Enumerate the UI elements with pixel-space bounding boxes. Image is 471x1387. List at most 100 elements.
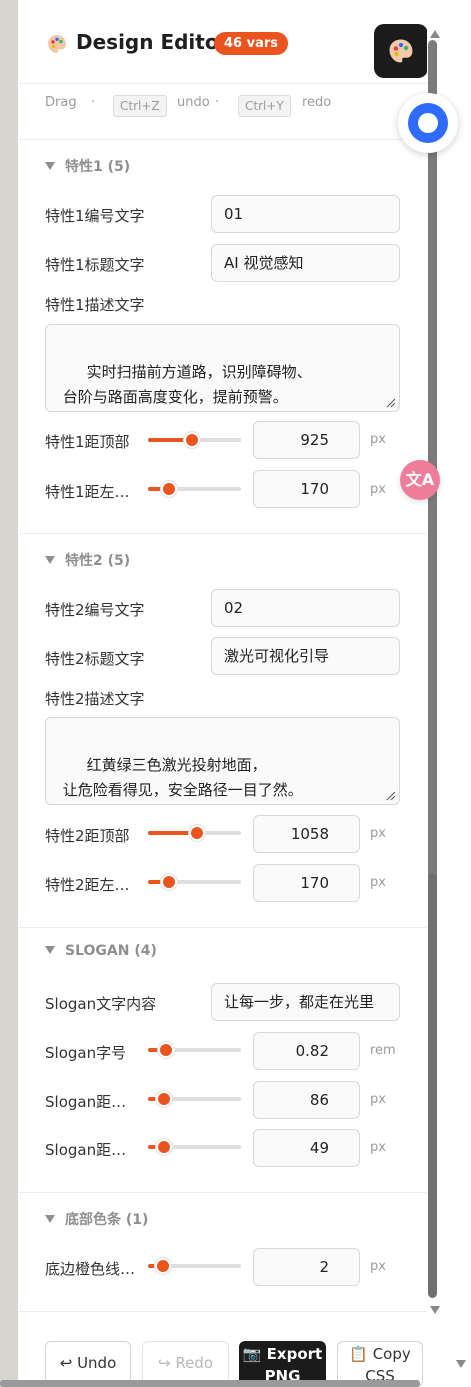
scroll-down-arrow-icon[interactable] xyxy=(456,1360,466,1368)
divider xyxy=(18,533,427,534)
collapse-triangle-icon xyxy=(45,556,55,564)
feature2-number-input[interactable]: 02 xyxy=(211,589,400,627)
unit-label: px xyxy=(370,1259,386,1274)
page: Design Editor 46 vars Drag · Ctrl+Z undo… xyxy=(0,0,471,1387)
section-title: 特性1 (5) xyxy=(65,159,131,175)
slider-thumb[interactable] xyxy=(161,874,177,890)
background-strip xyxy=(0,0,18,1387)
field-label: 特性1标题文字 xyxy=(45,256,145,274)
scroll-down-arrow-icon[interactable] xyxy=(430,1306,440,1314)
section-title: 特性2 (5) xyxy=(65,553,131,569)
slider-thumb[interactable] xyxy=(189,825,205,841)
unit-label: px xyxy=(370,1092,386,1107)
field-label: Slogan文字内容 xyxy=(45,995,157,1013)
feature1-description-textarea[interactable]: 实时扫描前方道路，识别障碍物、 台阶与路面高度变化，提前预警。 xyxy=(45,324,400,412)
vars-count-badge: 46 vars xyxy=(214,32,289,55)
slogan-size-input[interactable]: 0.82 xyxy=(253,1032,360,1070)
assistant-icon-center xyxy=(418,113,438,133)
field-label: 特性2距左… xyxy=(45,876,130,894)
field-label: 特性2距顶部 xyxy=(45,827,130,845)
collapse-triangle-icon xyxy=(45,162,55,170)
resize-handle-icon[interactable] xyxy=(386,398,396,408)
feature2-title-input[interactable]: 激光可视化引导 xyxy=(211,637,400,675)
collapse-triangle-icon xyxy=(45,946,55,954)
feature1-title-input[interactable]: AI 视觉感知 xyxy=(211,244,400,282)
editor-title: Design Editor xyxy=(76,30,229,54)
feature1-top-slider[interactable] xyxy=(148,432,241,448)
slider-thumb[interactable] xyxy=(156,1139,172,1155)
unit-label: px xyxy=(370,875,386,890)
field-label: 底边橙色线… xyxy=(45,1260,136,1278)
translate-icon[interactable]: 文A xyxy=(400,460,440,500)
divider xyxy=(18,1192,427,1193)
slider-thumb[interactable] xyxy=(158,1042,174,1058)
unit-label: px xyxy=(370,482,386,497)
feature1-left-slider[interactable] xyxy=(148,481,241,497)
scroll-up-arrow-icon[interactable] xyxy=(430,30,440,38)
slogan-position-slider[interactable] xyxy=(148,1091,241,1107)
slogan-position2-input[interactable]: 49 xyxy=(253,1129,360,1167)
field-label: 特性2编号文字 xyxy=(45,601,145,619)
editor-header: Design Editor 46 vars xyxy=(18,0,427,84)
section-header-bottom-bar[interactable]: 底部色条 (1) xyxy=(45,1209,148,1229)
feature2-left-slider[interactable] xyxy=(148,874,241,890)
slider-thumb[interactable] xyxy=(155,1258,171,1274)
hint-undo: undo xyxy=(177,95,210,110)
feature2-left-input[interactable]: 170 xyxy=(253,864,360,902)
field-label: 特性1描述文字 xyxy=(45,296,145,314)
undo-shortcut-key: Ctrl+Z xyxy=(113,95,167,117)
section-header-feature2[interactable]: 特性2 (5) xyxy=(45,550,130,570)
field-label: 特性2描述文字 xyxy=(45,690,145,708)
field-label: 特性1距左… xyxy=(45,483,130,501)
section-title: 底部色条 (1) xyxy=(65,1212,149,1228)
palette-icon xyxy=(389,39,413,63)
palette-icon xyxy=(46,33,68,55)
design-editor-panel: Design Editor 46 vars Drag · Ctrl+Z undo… xyxy=(18,0,427,1387)
unit-label: px xyxy=(370,826,386,841)
field-label: Slogan字号 xyxy=(45,1044,127,1062)
slogan-text-input[interactable]: 让每一步，都走在光里 xyxy=(211,983,400,1021)
resize-handle-icon[interactable] xyxy=(386,791,396,801)
feature2-description-textarea[interactable]: 红黄绿三色激光投射地面， 让危险看得见，安全路径一目了然。 xyxy=(45,717,400,805)
assistant-button[interactable] xyxy=(398,93,458,153)
field-label: 特性1编号文字 xyxy=(45,207,145,225)
feature1-number-input[interactable]: 01 xyxy=(211,195,400,233)
feature1-top-input[interactable]: 925 xyxy=(253,421,360,459)
field-label: Slogan距… xyxy=(45,1141,127,1159)
textarea-text: 实时扫描前方道路，识别障碍物、 台阶与路面高度变化，提前预警。 xyxy=(62,363,312,406)
collapse-triangle-icon xyxy=(45,1215,55,1223)
divider xyxy=(18,927,427,928)
divider xyxy=(18,1311,427,1312)
textarea-text: 红黄绿三色激光投射地面， 让危险看得见，安全路径一目了然。 xyxy=(62,756,303,799)
export-label: 📷 Export xyxy=(242,1345,323,1363)
copy-label: 📋 Copy xyxy=(349,1345,411,1363)
feature1-left-input[interactable]: 170 xyxy=(253,470,360,508)
unit-label: rem xyxy=(370,1043,396,1058)
hint-dot: · xyxy=(91,95,96,110)
bottom-line-input[interactable]: 2 xyxy=(253,1248,360,1286)
slider-thumb[interactable] xyxy=(156,1091,172,1107)
horizontal-scrollbar[interactable] xyxy=(0,1380,420,1387)
field-label: 特性1距顶部 xyxy=(45,433,130,451)
panel-scrollbar-thumb[interactable] xyxy=(428,873,437,1298)
feature2-top-slider[interactable] xyxy=(148,825,241,841)
hint-drag: Drag xyxy=(45,95,77,110)
divider xyxy=(18,139,427,140)
hint-dot: · xyxy=(215,95,220,110)
hint-redo: redo xyxy=(302,95,332,110)
slider-thumb[interactable] xyxy=(161,481,177,497)
feature2-top-input[interactable]: 1058 xyxy=(253,815,360,853)
slogan-position2-slider[interactable] xyxy=(148,1139,241,1155)
slider-thumb[interactable] xyxy=(184,432,200,448)
slogan-size-slider[interactable] xyxy=(148,1042,241,1058)
editor-toggle-button[interactable] xyxy=(374,24,427,78)
redo-shortcut-key: Ctrl+Y xyxy=(238,95,291,117)
slogan-position-input[interactable]: 86 xyxy=(253,1081,360,1119)
unit-label: px xyxy=(370,1140,386,1155)
section-header-slogan[interactable]: SLOGAN (4) xyxy=(45,943,157,959)
section-header-feature1[interactable]: 特性1 (5) xyxy=(45,156,130,176)
field-label: Slogan距… xyxy=(45,1093,127,1111)
field-label: 特性2标题文字 xyxy=(45,650,145,668)
bottom-line-slider[interactable] xyxy=(148,1258,241,1274)
unit-label: px xyxy=(370,432,386,447)
